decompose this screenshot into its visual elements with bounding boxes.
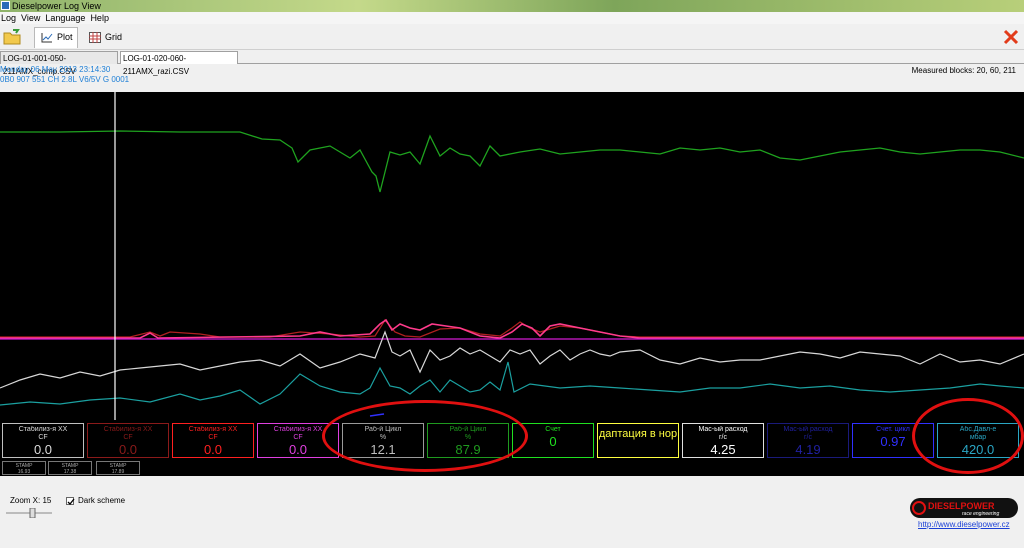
menu-log[interactable]: Log: [0, 12, 20, 24]
menu-bar: Log View Language Help: [0, 12, 1024, 24]
file-tab-comp[interactable]: LOG-01-001-050-211AMX_comp.CSV: [0, 51, 118, 76]
measured-blocks: Measured blocks: 20, 60, 211: [911, 66, 1016, 75]
gauge-4[interactable]: Стабилиз-я XX CF 0.0: [257, 423, 339, 458]
gauge-8[interactable]: даптация в нор: [597, 423, 679, 458]
series-green: [0, 130, 1024, 193]
plot-icon: [41, 33, 53, 43]
title-bar: Dieselpower Log View: [0, 0, 1024, 12]
gauge-name: Стабилиз-я XX: [273, 426, 323, 433]
file-tab-razi[interactable]: LOG-01-020-060-211AMX_razi.CSV: [120, 51, 238, 76]
gauge-value: 420.0: [961, 442, 995, 457]
app-icon: [1, 1, 10, 10]
gauge-unit: г/с: [719, 434, 727, 441]
log-info: Monday 06 May 2013 23:14:30 0B0 907 551 …: [0, 65, 129, 85]
gauge-name: Счет: [545, 426, 561, 433]
gauge-3[interactable]: Стабилиз-я XX CF 0.0: [172, 423, 254, 458]
plot-canvas[interactable]: [0, 92, 1024, 420]
menu-language[interactable]: Language: [44, 12, 89, 24]
gauge-7[interactable]: Счет 0: [512, 423, 594, 458]
gauge-9[interactable]: Мас-ый расход г/с 4.25: [682, 423, 764, 458]
stamp-value: 17.38: [63, 469, 77, 475]
gauge-2[interactable]: Стабилиз-я XX CF 0.0: [87, 423, 169, 458]
gauge-value: 0.0: [118, 442, 138, 457]
gauge-value: 0.0: [33, 442, 53, 457]
gauge-unit: %: [379, 434, 387, 441]
stamp-1: STAMP 16.93: [2, 461, 46, 475]
gauge-value: 0.0: [288, 442, 308, 457]
tab-grid[interactable]: Grid: [82, 27, 126, 48]
close-icon[interactable]: [1002, 28, 1020, 46]
gauge-value: даптация в нор: [598, 428, 678, 440]
gauge-value: 87.9: [455, 442, 481, 457]
tab-plot-label: Plot: [57, 32, 73, 42]
gauge-unit: CF: [293, 434, 303, 441]
stamp-value: 16.93: [17, 469, 31, 475]
svg-text:race engineering: race engineering: [962, 511, 999, 517]
gauge-value: 4.25: [710, 442, 736, 457]
grid-icon: [89, 32, 101, 43]
gauge-name: Мас-ый расход: [783, 426, 833, 433]
series-blue-fragment: [369, 413, 385, 417]
file-tabs: LOG-01-001-050-211AMX_comp.CSV LOG-01-02…: [0, 50, 1024, 76]
gauge-1[interactable]: Стабилиз-я XX CF 0.0: [2, 423, 84, 458]
menu-help[interactable]: Help: [89, 12, 113, 24]
gauge-value: 0.0: [203, 442, 223, 457]
bottom-panel: Zoom X: 15 Dark scheme DIESELPOWER race …: [0, 476, 1024, 548]
stamp-strip: STAMP 16.93 STAMP 17.38 STAMP 17.89: [0, 460, 1024, 476]
stamp-2: STAMP 17.38: [48, 461, 92, 475]
gauge-value: 0.97: [880, 434, 906, 449]
gauge-name: Раб-й Цикл: [364, 426, 402, 433]
gauge-11[interactable]: Счет. цикл 0.97: [852, 423, 934, 458]
gauge-name: Счет. цикл: [876, 426, 910, 433]
window-title: Dieselpower Log View: [12, 1, 101, 11]
tab-grid-label: Grid: [105, 32, 123, 42]
gauge-6[interactable]: Раб-й Цикл% 87.9: [427, 423, 509, 458]
check-icon: [67, 498, 75, 505]
gauge-value: 4.19: [795, 442, 821, 457]
gauge-unit: CF: [123, 434, 133, 441]
gauge-name: Стабилиз-я XX: [188, 426, 238, 433]
open-folder-icon[interactable]: [2, 28, 22, 46]
zoom-label: Zoom X: 15: [10, 496, 52, 505]
gauge-name: Стабилиз-я XX: [18, 426, 68, 433]
gauge-name: Абс.Давл-е: [959, 426, 997, 433]
dieselpower-logo: DIESELPOWER race engineering: [910, 498, 1018, 518]
gauge-value: 0: [549, 434, 557, 449]
gauge-unit: %: [464, 434, 472, 441]
website-link[interactable]: http://www.dieselpower.cz: [918, 520, 1010, 529]
menu-view[interactable]: View: [20, 12, 44, 24]
dark-scheme-option[interactable]: Dark scheme: [66, 496, 125, 505]
dark-scheme-checkbox[interactable]: [66, 496, 75, 505]
stamp-3: STAMP 17.89: [96, 461, 140, 475]
gauge-value: 12.1: [370, 442, 396, 457]
log-date: Monday 06 May 2013 23:14:30: [0, 65, 111, 74]
gauge-5[interactable]: Раб-й Цикл% 12.1: [342, 423, 424, 458]
gauge-name: Стабилиз-я XX: [103, 426, 153, 433]
gauge-unit: г/с: [804, 434, 812, 441]
gauge-unit: CF: [38, 434, 48, 441]
svg-text:DIESELPOWER: DIESELPOWER: [928, 501, 995, 511]
dark-scheme-label: Dark scheme: [78, 496, 126, 505]
ecu-id: 0B0 907 551 CH 2.8L V6/5V G 0001: [0, 75, 130, 84]
gauge-name: Мас-ый расход: [698, 426, 748, 433]
toolbar: Plot Grid: [0, 24, 1024, 50]
gauge-10[interactable]: Мас-ый расход г/с 4.19: [767, 423, 849, 458]
log-plot[interactable]: [0, 92, 1024, 420]
gauge-unit: мбар: [969, 434, 987, 441]
gauge-unit: CF: [208, 434, 218, 441]
gauge-12[interactable]: Абс.Давл-е мбар 420.0: [937, 423, 1019, 458]
series-pink: [0, 318, 1024, 339]
series-teal: [0, 361, 1024, 406]
zoom-slider[interactable]: [6, 508, 52, 518]
stamp-value: 17.89: [111, 469, 125, 475]
gauge-name: Раб-й Цикл: [449, 426, 487, 433]
gauge-strip: Стабилиз-я XX CF 0.0 Стабилиз-я XX CF 0.0 Ст…: [0, 420, 1024, 460]
tab-plot[interactable]: Plot: [34, 27, 78, 48]
